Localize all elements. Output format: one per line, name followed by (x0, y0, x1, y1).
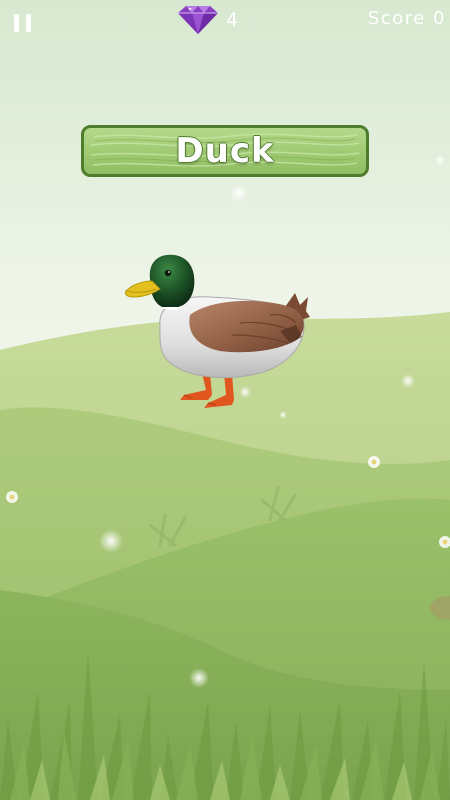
pause-button[interactable] (10, 10, 36, 36)
target-word: Duck (175, 131, 275, 171)
word-banner: Duck (81, 125, 369, 177)
pause-icon-bar-right (26, 14, 31, 32)
hud-bar: 4 Score 0 (0, 0, 450, 44)
duck-icon[interactable] (120, 245, 320, 415)
pause-icon-bar-left (14, 14, 19, 32)
gem-count: 4 (226, 9, 240, 31)
score-label: Score 0 (367, 8, 446, 29)
gem-counter: 4 (176, 4, 239, 36)
gem-icon (178, 6, 218, 34)
